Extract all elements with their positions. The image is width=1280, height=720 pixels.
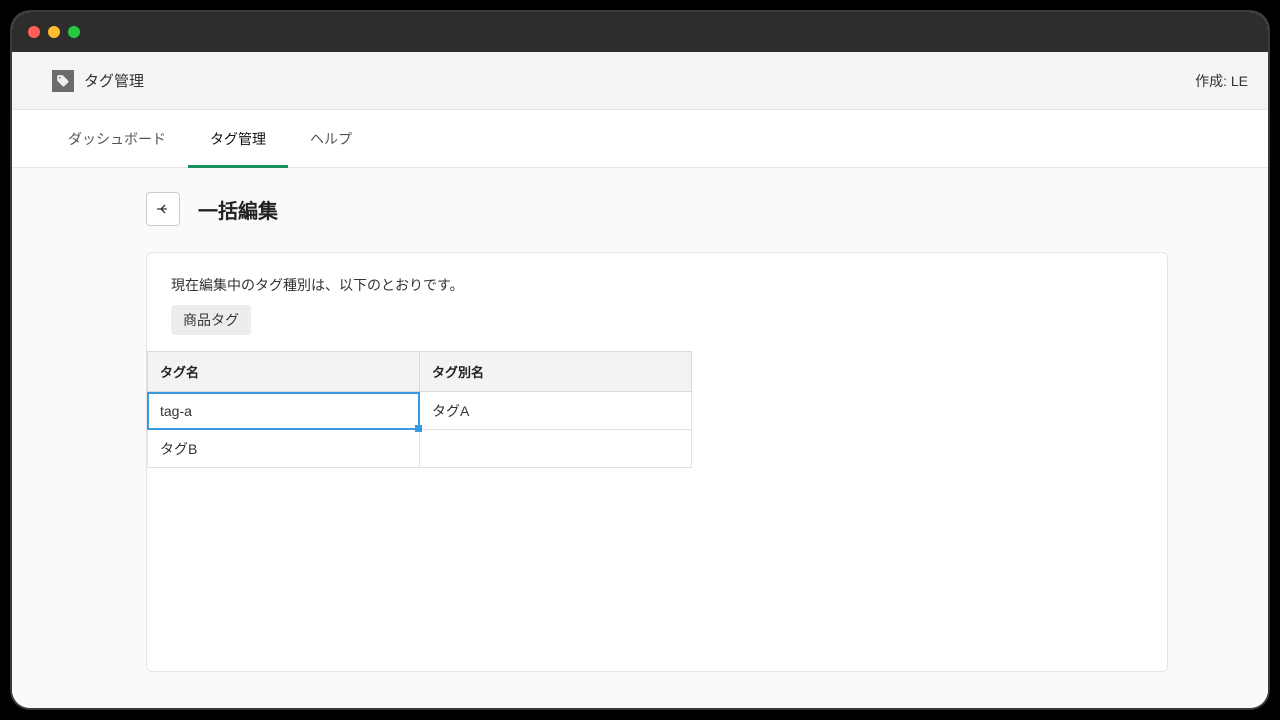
back-button[interactable] <box>146 192 180 226</box>
tab-help[interactable]: ヘルプ <box>288 110 374 167</box>
page-head: 一括編集 <box>146 192 1168 226</box>
minimize-window-button[interactable] <box>48 26 60 38</box>
grid-cell-alias[interactable]: タグA <box>420 392 692 430</box>
grid-cell-name[interactable]: tag-a <box>147 392 420 430</box>
traffic-lights <box>28 26 80 38</box>
cell-value: タグA <box>432 401 469 421</box>
header-left: タグ管理 <box>52 70 144 92</box>
maximize-window-button[interactable] <box>68 26 80 38</box>
tab-label: タグ管理 <box>210 129 266 149</box>
app-header: タグ管理 作成: LE <box>12 52 1268 110</box>
grid-cell-alias[interactable] <box>420 430 692 468</box>
content-inner: 一括編集 現在編集中のタグ種別は、以下のとおりです。 商品タグ タグ名 タグ別名 <box>146 192 1168 672</box>
grid-row: tag-a タグA <box>147 392 692 430</box>
description-text: 現在編集中のタグ種別は、以下のとおりです。 <box>171 275 1143 295</box>
close-window-button[interactable] <box>28 26 40 38</box>
tab-bar: ダッシュボード タグ管理 ヘルプ <box>12 110 1268 168</box>
tag-type-chip: 商品タグ <box>171 305 251 335</box>
content-area: 一括編集 現在編集中のタグ種別は、以下のとおりです。 商品タグ タグ名 タグ別名 <box>12 168 1268 708</box>
grid-header-row: タグ名 タグ別名 <box>147 352 692 392</box>
selection-handle[interactable] <box>415 425 422 432</box>
tab-tag-management[interactable]: タグ管理 <box>188 110 288 167</box>
editor-card: 現在編集中のタグ種別は、以下のとおりです。 商品タグ タグ名 タグ別名 tag-… <box>146 252 1168 672</box>
card-top: 現在編集中のタグ種別は、以下のとおりです。 商品タグ <box>147 253 1167 351</box>
grid-row: タグB <box>147 430 692 468</box>
grid-header-name[interactable]: タグ名 <box>147 352 420 392</box>
app-title: タグ管理 <box>84 70 144 91</box>
grid-header-alias[interactable]: タグ別名 <box>420 352 692 392</box>
tag-icon <box>52 70 74 92</box>
header-right-text: 作成: LE <box>1195 71 1248 91</box>
tab-dashboard[interactable]: ダッシュボード <box>46 110 188 167</box>
data-grid[interactable]: タグ名 タグ別名 tag-a タグA <box>147 351 692 468</box>
arrow-left-icon <box>155 201 171 217</box>
app-root: タグ管理 作成: LE ダッシュボード タグ管理 ヘルプ 一括編集 <box>12 52 1268 708</box>
tab-label: ダッシュボード <box>68 129 166 149</box>
cell-value: tag-a <box>160 403 192 419</box>
page-title: 一括編集 <box>198 195 278 224</box>
grid-cell-name[interactable]: タグB <box>147 430 420 468</box>
device-frame: タグ管理 作成: LE ダッシュボード タグ管理 ヘルプ 一括編集 <box>12 12 1268 708</box>
window-titlebar <box>12 12 1268 52</box>
tab-label: ヘルプ <box>310 129 352 149</box>
cell-value: タグB <box>160 439 197 459</box>
